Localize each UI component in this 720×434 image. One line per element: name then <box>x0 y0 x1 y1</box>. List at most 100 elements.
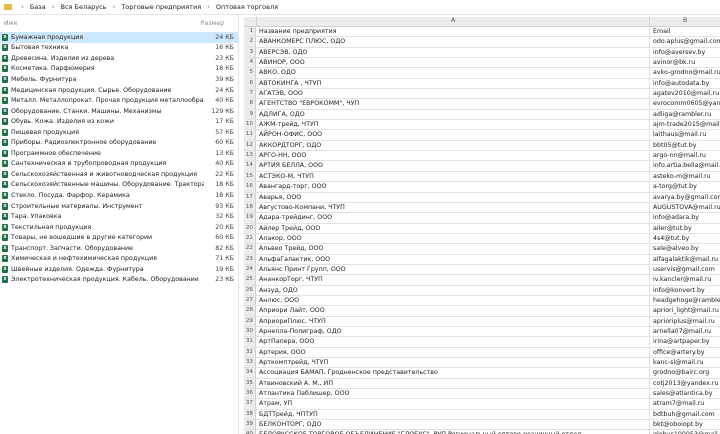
cell-email[interactable]: asteko-m@mail.ru <box>650 172 720 181</box>
file-row[interactable]: x Приборы. Радиоэлектронное оборудование 6… <box>0 137 238 148</box>
cell-email[interactable]: 4s4@tut.by <box>650 234 720 243</box>
cell-email[interactable]: alfagalaktik@mail.ru <box>650 255 720 264</box>
file-row[interactable]: x Металл. Металлопрокат. Прочая продукция… <box>0 95 238 106</box>
cell-company-name[interactable]: Адара-трейдинг, ООО <box>256 213 650 223</box>
cell-company-name[interactable]: АРТИЯ БЕЛЛА, ООО <box>256 161 650 171</box>
cell-email[interactable]: kanc-sl@mail.ru <box>650 358 720 367</box>
cell-email[interactable]: iv.kancler@mail.ru <box>650 275 720 284</box>
row-number[interactable]: 25 <box>244 275 256 285</box>
cell-company-name[interactable]: АРГО-НН, ООО <box>256 151 650 161</box>
file-row[interactable]: x Швейные изделия. Одежда. Фурнитура 19 КБ <box>0 264 238 275</box>
cell-company-name[interactable]: Артерия, ООО <box>256 347 650 357</box>
row-number[interactable]: 33 <box>244 358 256 368</box>
cell-company-name[interactable]: Альвео Трейд, ООО <box>256 244 650 254</box>
file-row[interactable]: x Сантехническая и трубопроводная продукц… <box>0 159 238 170</box>
cell-email[interactable]: sales@atlantica.by <box>650 389 720 398</box>
cell-company-name[interactable]: Ассоциация БАМАП, Гродненское представит… <box>256 368 650 378</box>
file-row[interactable]: x Сельскохозяйственные машины. Оборудован… <box>0 180 238 191</box>
cell-company-name[interactable]: Альянс Принт Групп, ООО <box>256 264 650 275</box>
column-header-b[interactable]: B <box>650 17 720 26</box>
cell-email[interactable]: AUGUSTOVA@mail.ru <box>650 203 720 212</box>
cell-company-name[interactable]: Анзуд, ОДО <box>256 285 650 295</box>
row-number[interactable]: 21 <box>244 233 256 244</box>
cell-email[interactable]: Email <box>650 27 720 36</box>
row-number[interactable]: 24 <box>244 264 256 275</box>
cell-email[interactable]: agatev2010@mail.ru <box>650 89 720 98</box>
cell-email[interactable]: adliga@rambler.ru <box>650 110 720 119</box>
cell-company-name[interactable]: Название предприятия <box>256 27 650 37</box>
cell-company-name[interactable]: АГЕНТСТВО "ЕВРОКОММ", ЧУП <box>256 99 650 109</box>
cell-email[interactable]: headgehoge@rambler.ru <box>650 296 720 305</box>
cell-email[interactable]: avko-grodno@mail.ru <box>650 68 720 77</box>
cell-company-name[interactable]: АВКО, ОДО <box>256 68 650 78</box>
cell-company-name[interactable]: АВАНКОМЕРС ПЛЮС, ОДО <box>256 37 650 47</box>
cell-company-name[interactable]: АВИНОР, ООО <box>256 58 650 68</box>
file-row[interactable]: x Косметика. Парфюмерия 18 КБ <box>0 64 238 75</box>
file-row[interactable]: x Товары, не вошедшие в другие категории 6… <box>0 232 238 243</box>
row-number[interactable]: 17 <box>244 192 256 202</box>
cell-email[interactable]: ajm-trade2015@mail.ru <box>650 120 720 129</box>
file-row[interactable]: x Пищевая продукция 57 КБ <box>0 127 238 138</box>
row-number[interactable]: 29 <box>244 316 256 326</box>
cell-company-name[interactable]: АККОРДТОРГ, ОДО <box>256 140 650 151</box>
cell-email[interactable]: info@autodata.by <box>650 79 720 88</box>
select-all-corner[interactable] <box>244 17 257 26</box>
row-number[interactable]: 27 <box>244 295 256 306</box>
cell-email[interactable]: ailer@tut.by <box>650 224 720 233</box>
cell-email[interactable]: office@artery.by <box>650 348 720 357</box>
row-number[interactable]: 36 <box>244 389 256 399</box>
cell-email[interactable]: a-torg@tut.by <box>650 182 720 191</box>
cell-email[interactable]: atram7@mail.ru <box>650 399 720 408</box>
cell-email[interactable]: apriori_light@mail.ru <box>650 306 720 315</box>
file-row[interactable]: x Текстильная продукция 20 КБ <box>0 222 238 233</box>
file-row[interactable]: x Бумажная продукция 24 КБ <box>0 32 238 43</box>
cell-email[interactable]: bbt05@tut.by <box>650 141 720 150</box>
row-number[interactable]: 38 <box>244 409 256 420</box>
row-number[interactable]: 34 <box>244 368 256 378</box>
cell-company-name[interactable]: Айлер Трейд, ООО <box>256 223 650 233</box>
row-number[interactable]: 39 <box>244 420 256 430</box>
cell-company-name[interactable]: Атлантика Паблишер, ООО <box>256 389 650 399</box>
cell-email[interactable]: laithaus@mail.ru <box>650 130 720 139</box>
breadcrumb-item[interactable]: База <box>30 3 46 11</box>
cell-company-name[interactable]: АприориПлюс, ЧТУП <box>256 316 650 326</box>
row-number[interactable]: 35 <box>244 378 256 389</box>
cell-company-name[interactable]: Аварья, ООО <box>256 192 650 202</box>
file-row[interactable]: x Оборудование. Станки. Машины. Механизмы… <box>0 106 238 117</box>
cell-email[interactable]: sale@alveo.by <box>650 244 720 253</box>
row-number[interactable]: 23 <box>244 254 256 264</box>
breadcrumb-item[interactable]: Оптовая торговля <box>216 3 278 11</box>
cell-email[interactable]: cotj2013@yandex.ru <box>650 379 720 388</box>
file-row[interactable]: x Транспорт. Запчасти. Оборудование 82 КБ <box>0 243 238 254</box>
cell-company-name[interactable]: АГАТЭВ, ООО <box>256 89 650 99</box>
cell-company-name[interactable]: Анлюс, ООО <box>256 295 650 306</box>
row-number[interactable]: 4 <box>244 58 256 68</box>
cell-email[interactable]: info.artia.bella@mail.ru <box>650 161 720 170</box>
cell-company-name[interactable]: АльфаГалактик, ООО <box>256 254 650 264</box>
cell-company-name[interactable]: Алакор, ООО <box>256 233 650 244</box>
file-row[interactable]: x Древесина. Изделия из дерева 23 КБ <box>0 53 238 64</box>
breadcrumb-item[interactable]: Торговые предприятия <box>121 3 201 11</box>
cell-email[interactable]: info@aversev.by <box>650 48 720 57</box>
row-number[interactable]: 40 <box>244 430 256 434</box>
cell-company-name[interactable]: АртПапера, ООО <box>256 337 650 347</box>
row-number[interactable]: 1 <box>244 27 256 37</box>
cell-email[interactable]: info@konvert.by <box>650 286 720 295</box>
cell-company-name[interactable]: Атвиновский А. М., ИП <box>256 378 650 389</box>
cell-email[interactable]: aprioriplus@mail.ru <box>650 317 720 326</box>
column-header-size[interactable]: Размер <box>201 20 224 27</box>
row-number[interactable]: 28 <box>244 306 256 316</box>
file-row[interactable]: x Электротехническая продукция. Кабель. О… <box>0 275 238 286</box>
row-number[interactable]: 10 <box>244 120 256 130</box>
column-header-a[interactable]: A <box>257 17 651 26</box>
cell-company-name[interactable]: АВЕРСЭВ, ОДО <box>256 47 650 58</box>
row-number[interactable]: 7 <box>244 89 256 99</box>
row-number[interactable]: 26 <box>244 285 256 295</box>
file-row[interactable]: x Строительные материалы. Инструмент 93 КБ <box>0 201 238 212</box>
cell-email[interactable]: bdtbuh@gmail.com <box>650 410 720 419</box>
row-number[interactable]: 3 <box>244 47 256 58</box>
row-number[interactable]: 31 <box>244 337 256 347</box>
cell-email[interactable]: arnella07@mail.ru <box>650 327 720 336</box>
cell-company-name[interactable]: БЕЛОРУССКОЕ ТОРГОВОЕ ОБЪЕДИНЕНИЕ "ГЛОБУС… <box>256 430 650 434</box>
cell-email[interactable]: argo-nn@mail.ru <box>650 151 720 160</box>
